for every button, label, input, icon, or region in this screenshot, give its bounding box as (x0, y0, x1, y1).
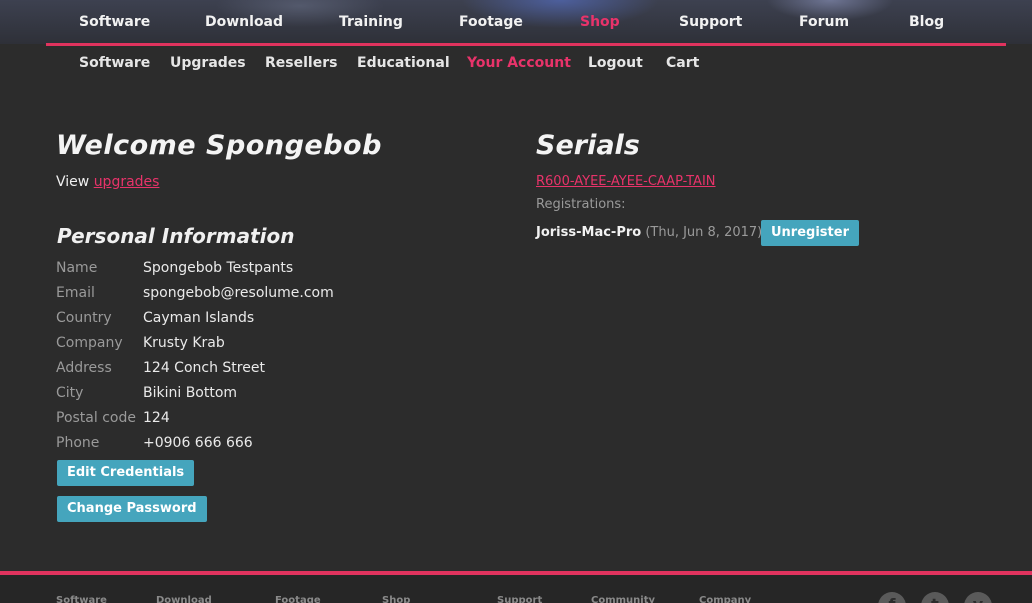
machine-name: Joriss-Mac-Pro (536, 225, 642, 240)
info-value: Cayman Islands (143, 310, 255, 326)
info-label: Country (56, 310, 112, 326)
info-label: Company (56, 335, 123, 351)
nav-item-support[interactable]: Support (679, 14, 742, 30)
footer-link-download[interactable]: Download (156, 595, 212, 603)
main-nav: Software Download Training Footage Shop … (0, 0, 1032, 44)
unregister-button[interactable]: Unregister (761, 220, 859, 246)
info-label: Name (56, 260, 98, 276)
subnav-item-software[interactable]: Software (79, 55, 150, 71)
info-value: Krusty Krab (143, 335, 225, 351)
registrations-label: Registrations: (536, 197, 626, 212)
subnav-item-your-account[interactable]: Your Account (467, 55, 571, 71)
info-value: Spongebob Testpants (143, 260, 294, 276)
subnav-item-logout[interactable]: Logout (588, 55, 643, 71)
view-upgrades-line: View upgrades (56, 174, 159, 190)
footer-link-footage[interactable]: Footage (275, 595, 321, 603)
info-value: 124 (143, 410, 170, 426)
info-value: +0906 666 666 (143, 435, 253, 451)
subnav-item-educational[interactable]: Educational (357, 55, 450, 71)
welcome-heading: Welcome Spongebob (56, 130, 382, 161)
footer-link-shop[interactable]: Shop (382, 595, 410, 603)
info-label: Phone (56, 435, 100, 451)
footer-link-software[interactable]: Software (56, 595, 107, 603)
registration-date: (Thu, Jun 8, 2017) (645, 225, 763, 240)
footer-link-company[interactable]: Company (699, 595, 751, 603)
nav-item-footage[interactable]: Footage (459, 14, 523, 30)
info-label: City (56, 385, 84, 401)
nav-item-software[interactable]: Software (79, 14, 150, 30)
upgrades-link[interactable]: upgrades (94, 174, 160, 190)
info-value: 124 Conch Street (143, 360, 265, 376)
nav-item-forum[interactable]: Forum (799, 14, 849, 30)
serials-heading: Serials (536, 130, 640, 161)
info-value: spongebob@resolume.com (143, 285, 334, 301)
view-prefix: View (56, 174, 90, 190)
nav-item-blog[interactable]: Blog (909, 14, 944, 30)
footer: Software Download Footage Shop Support C… (0, 575, 1032, 603)
change-password-button[interactable]: Change Password (57, 496, 207, 522)
edit-credentials-button[interactable]: Edit Credentials (57, 460, 195, 486)
nav-item-download[interactable]: Download (205, 14, 283, 30)
footer-link-community[interactable]: Community (591, 595, 655, 603)
registration-entry: Joriss-Mac-Pro (Thu, Jun 8, 2017) (536, 225, 762, 240)
nav-item-training[interactable]: Training (339, 14, 403, 30)
info-label: Postal code (56, 410, 136, 426)
serial-key-link[interactable]: R600-AYEE-AYEE-CAAP-TAIN (536, 174, 716, 189)
info-label: Address (56, 360, 112, 376)
info-value: Bikini Bottom (143, 385, 238, 401)
subnav-item-resellers[interactable]: Resellers (265, 55, 337, 71)
info-label: Email (56, 285, 95, 301)
subnav-item-upgrades[interactable]: Upgrades (170, 55, 246, 71)
footer-link-support[interactable]: Support (497, 595, 542, 603)
nav-item-shop[interactable]: Shop (580, 14, 620, 30)
personal-info-heading: Personal Information (57, 224, 295, 248)
subnav-item-cart[interactable]: Cart (666, 55, 699, 71)
